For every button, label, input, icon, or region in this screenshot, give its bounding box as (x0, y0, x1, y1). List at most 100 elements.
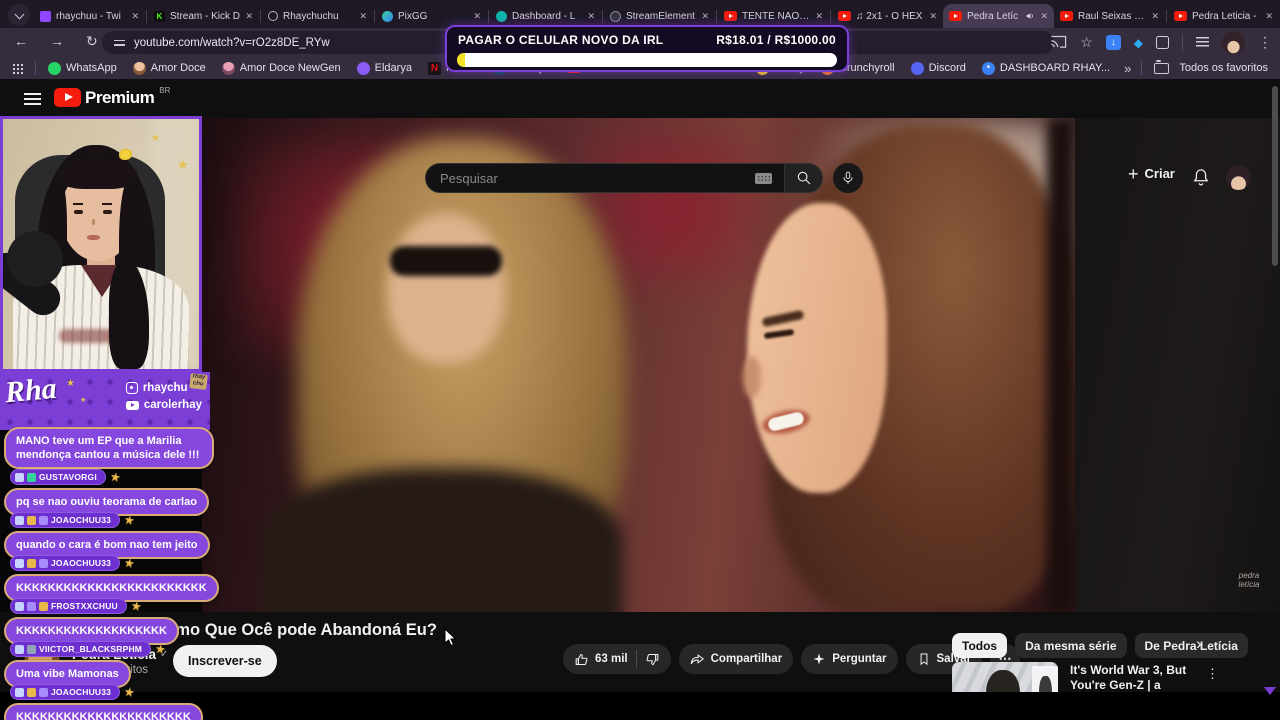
bookmark-dashboard-rhay[interactable]: * DASHBOARD RHAY... (981, 61, 1110, 75)
sparkle-icon: ★ (80, 397, 87, 404)
tab-pedra-leticia-2[interactable]: Pedra Leticia - ✕ (1168, 4, 1279, 28)
browser-tab-bar: rhaychuu - Twi ✕ K Stream - Kick D ✕ Rhaych… (0, 0, 1280, 28)
close-icon[interactable]: ✕ (587, 11, 595, 22)
subscribe-button[interactable]: Inscrever-se (173, 645, 277, 677)
tab-separator (260, 9, 261, 23)
browser-profile-avatar[interactable] (1222, 31, 1245, 54)
tab-kick[interactable]: K Stream - Kick D ✕ (148, 4, 259, 28)
youtube-header: Premium BR + Criar (0, 79, 1280, 193)
eyebrow (102, 203, 112, 205)
tab-2x1-hexa[interactable]: ♫ 2x1 - O HEX ✕ (832, 4, 943, 28)
close-icon[interactable]: ✕ (929, 11, 937, 22)
chat-username-pill: JOAOCHUU33 (10, 684, 121, 700)
thumbs-down-icon[interactable] (645, 652, 660, 667)
tab-separator (716, 9, 717, 23)
extensions-icon[interactable] (1156, 36, 1169, 49)
create-button[interactable]: + Criar (1128, 163, 1175, 184)
bookmark-eldarya[interactable]: Eldarya (356, 61, 412, 75)
diamond-extension-icon[interactable]: ◆ (1134, 36, 1143, 50)
close-icon[interactable]: ✕ (1265, 11, 1273, 22)
bell-icon (1193, 169, 1209, 186)
amor-doce-newgen-icon (221, 61, 235, 75)
forward-icon[interactable]: → (50, 33, 64, 49)
search-box[interactable] (425, 163, 785, 193)
bookmark-amor-doce[interactable]: Amor Doce (132, 61, 206, 75)
keyboard-icon[interactable] (755, 172, 772, 184)
chips-next-icon[interactable]: › (1196, 634, 1202, 654)
share-button[interactable]: Compartilhar (678, 644, 794, 674)
close-icon[interactable]: ✕ (131, 11, 139, 22)
apps-grid-icon[interactable] (12, 62, 23, 74)
flower-clip (119, 149, 132, 160)
close-icon[interactable]: ✕ (245, 11, 253, 22)
bookmark-star-icon[interactable]: ☆ (1080, 34, 1093, 51)
tab-separator (1166, 9, 1167, 23)
bookmark-discord[interactable]: Discord (910, 61, 966, 75)
suggested-video-menu-icon[interactable]: ⋮ (1206, 666, 1219, 682)
voice-search-button[interactable] (833, 163, 863, 193)
chat-username-pill: VIICTOR_BLACKSRPHM (10, 641, 152, 657)
nose (92, 219, 95, 225)
tab-rhaychuu-twitch[interactable]: rhaychuu - Twi ✕ (34, 4, 145, 28)
tab-raul-seixas[interactable]: Raul Seixas - V ✕ (1054, 4, 1165, 28)
speaker-icon (1027, 13, 1034, 19)
youtube-icon (1060, 11, 1073, 21)
chip-todos[interactable]: Todos (952, 633, 1008, 658)
snowflake-icon: * (981, 61, 995, 75)
all-favorites-button[interactable]: Todos os favoritos (1154, 60, 1268, 74)
site-settings-icon[interactable] (114, 38, 125, 48)
plus-icon: + (1128, 163, 1139, 184)
close-icon[interactable]: ✕ (1040, 11, 1048, 22)
tab-search-button[interactable] (8, 4, 30, 26)
youtube-icon (125, 400, 139, 410)
sparkle-decoration-icon: ★ (177, 157, 189, 172)
chat-badge-icon (39, 515, 48, 525)
search-button[interactable] (785, 163, 823, 193)
youtube-premium-logo[interactable]: Premium BR (54, 86, 170, 107)
close-icon[interactable]: ✕ (815, 11, 823, 22)
youtube-play-icon (54, 88, 81, 107)
hamburger-menu-icon[interactable] (24, 93, 41, 105)
toolbar-right-icons: ☆ ↓ ◆ ⋮ (1050, 28, 1272, 57)
bookmark-amor-doce-newgen[interactable]: Amor Doce NewGen (221, 61, 341, 75)
notifications-button[interactable] (1191, 167, 1211, 192)
bookmark-whatsapp[interactable]: WhatsApp (48, 61, 117, 75)
search-icon (797, 171, 810, 185)
close-icon[interactable]: ✕ (359, 11, 367, 22)
tab-pedra-leticia-active[interactable]: Pedra Letíc ✕ (943, 4, 1054, 28)
streamelements-icon (610, 10, 621, 22)
ask-button[interactable]: Perguntar (801, 644, 898, 674)
chip-da-mesma-serie[interactable]: Da mesma série (1015, 633, 1127, 658)
chip-de-pedra-leticia[interactable]: De Pedra Letícia (1134, 633, 1248, 658)
banner-logo: Rha (3, 372, 58, 410)
video-dark-region[interactable] (1075, 118, 1280, 612)
back-icon[interactable]: ← (14, 33, 28, 49)
search-input[interactable] (438, 169, 755, 187)
dashboard-icon (496, 10, 507, 22)
close-icon[interactable]: ✕ (473, 11, 481, 22)
browser-menu-icon[interactable]: ⋮ (1258, 34, 1272, 51)
thumbs-up-icon[interactable] (574, 652, 589, 667)
sticker-icon: ★ (122, 684, 137, 700)
cast-icon[interactable] (1050, 35, 1067, 50)
reload-icon[interactable]: ↻ (86, 33, 98, 50)
close-icon[interactable]: ✕ (701, 11, 709, 22)
chat-message: JOAOCHUU33 ★ quando o cara é bom nao tem … (4, 512, 210, 559)
chat-bubble: KKKKKKKKKKKKKKKKKKKKKK (4, 703, 203, 720)
chat-badge-icon (15, 644, 24, 654)
microphone-head (7, 231, 63, 287)
tab-separator (488, 9, 489, 23)
download-icon[interactable]: ↓ (1105, 35, 1121, 50)
chat-badge-icon (27, 558, 36, 568)
chat-username-pill: GUSTAVORGI (10, 469, 106, 485)
playlist-extension-icon[interactable] (1196, 37, 1209, 48)
close-icon[interactable]: ✕ (1151, 11, 1159, 22)
like-count[interactable]: 63 mil (595, 653, 628, 665)
page-scrollbar-thumb[interactable] (1272, 86, 1278, 266)
youtube-profile-avatar[interactable] (1226, 165, 1251, 190)
eldarya-icon (356, 61, 370, 75)
bookmarks-overflow-icon[interactable]: » (1124, 61, 1131, 76)
scroll-down-arrow-icon[interactable] (1264, 687, 1276, 695)
goal-title: PAGAR O CELULAR NOVO DA IRL (458, 33, 664, 47)
tab-rhaychuchu[interactable]: Rhaychuchu ✕ (262, 4, 373, 28)
